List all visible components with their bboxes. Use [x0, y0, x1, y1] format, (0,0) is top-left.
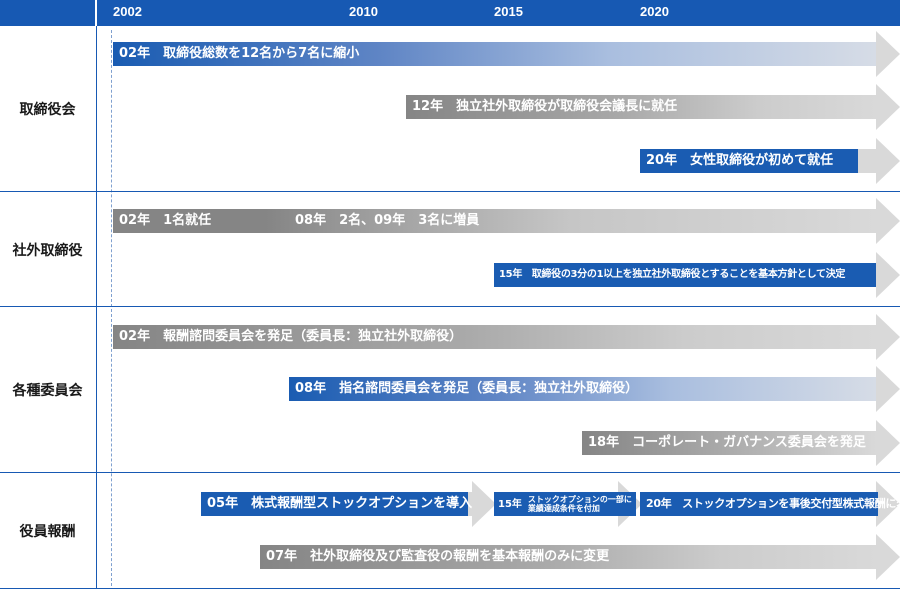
event-label: 18年 コーポレート・ガバナンス委員会を発足 [588, 435, 866, 450]
row-separator [0, 588, 900, 589]
arrow-head [876, 84, 900, 130]
event-arrow: 20年 女性取締役が初めて就任 [640, 138, 900, 184]
row-separator [0, 472, 900, 473]
arrow-head [876, 314, 900, 360]
event-label: 02年 取締役総数を12名から7名に縮小 [119, 46, 360, 61]
arrow-body [113, 209, 876, 233]
event-arrow: 15年 取締役の3分の1以上を独立社外取締役とすることを基本方針として決定 [494, 252, 900, 298]
event-arrow: 02年 取締役総数を12名から7名に縮小 [113, 31, 900, 77]
event-label: 07年 社外取締役及び監査役の報酬を基本報酬のみに変更 [266, 549, 610, 564]
event-arrow: 02年 1名就任 08年 2名、09年 3名に増員 [113, 198, 900, 244]
row-separator [0, 306, 900, 307]
arrow-head [876, 138, 900, 184]
event-label: 02年 報酬諮問委員会を発足（委員長：独立社外取締役） [119, 329, 463, 344]
governance-timeline: 2002 2010 2015 2020 取締役会 社外取締役 各種委員会 役員報… [0, 0, 900, 590]
year-2002-label: 2002 [113, 4, 142, 19]
category-compensation: 役員報酬 [19, 524, 76, 540]
year-2015-label: 2015 [494, 4, 523, 19]
event-arrow: 02年 報酬諮問委員会を発足（委員長：独立社外取締役） [113, 314, 900, 360]
event-label: 12年 独立社外取締役が取締役会議長に就任 [412, 99, 678, 114]
year-2010-label: 2010 [349, 4, 378, 19]
event-label: 20年 女性取締役が初めて就任 [640, 149, 858, 173]
arrow-head [876, 31, 900, 77]
event-arrow: 05年 株式報酬型ストックオプションを導入 [201, 481, 496, 527]
arrow-head [876, 534, 900, 580]
event-arrow: 12年 独立社外取締役が取締役会議長に就任 [406, 84, 900, 130]
event-text: ストックオプションの一部に業績達成条件を付加 [527, 495, 632, 513]
category-committees: 各種委員会 [12, 383, 83, 399]
arrow-head [876, 252, 900, 298]
event-label: 05年 株式報酬型ストックオプションを導入 [201, 492, 472, 516]
event-arrow: 07年 社外取締役及び監査役の報酬を基本報酬のみに変更 [260, 534, 900, 580]
arrow-head [876, 198, 900, 244]
year-2020-label: 2020 [640, 4, 669, 19]
category-board: 取締役会 [19, 102, 76, 118]
arrow-head [876, 420, 900, 466]
event-arrow: 08年 指名諮問委員会を発足（委員長：独立社外取締役） [289, 366, 900, 412]
event-arrow: 20年 ストックオプションを事後交付型株式報酬に変更 [640, 481, 900, 527]
year-2002-guide [111, 30, 112, 586]
event-label: 02年 1名就任 [119, 213, 212, 228]
header-divider [95, 0, 97, 26]
arrow-head [876, 366, 900, 412]
event-label: 15年 取締役の3分の1以上を独立社外取締役とすることを基本方針として決定 [494, 263, 876, 287]
event-label: 15年 ストックオプションの一部に業績達成条件を付加 [494, 492, 636, 516]
event-label: 20年 ストックオプションを事後交付型株式報酬に変更 [640, 492, 900, 516]
event-label: 08年 指名諮問委員会を発足（委員長：独立社外取締役） [295, 381, 639, 396]
category-column-divider [96, 26, 97, 588]
event-arrow: 15年 ストックオプションの一部に業績達成条件を付加 [494, 481, 642, 527]
arrow-head [472, 481, 496, 527]
category-outside-directors: 社外取締役 [12, 243, 83, 259]
event-arrow: 18年 コーポレート・ガバナンス委員会を発足 [582, 420, 900, 466]
row-separator [0, 191, 900, 192]
event-year: 15年 [498, 498, 522, 510]
event-label: 08年 2名、09年 3名に増員 [295, 213, 480, 228]
